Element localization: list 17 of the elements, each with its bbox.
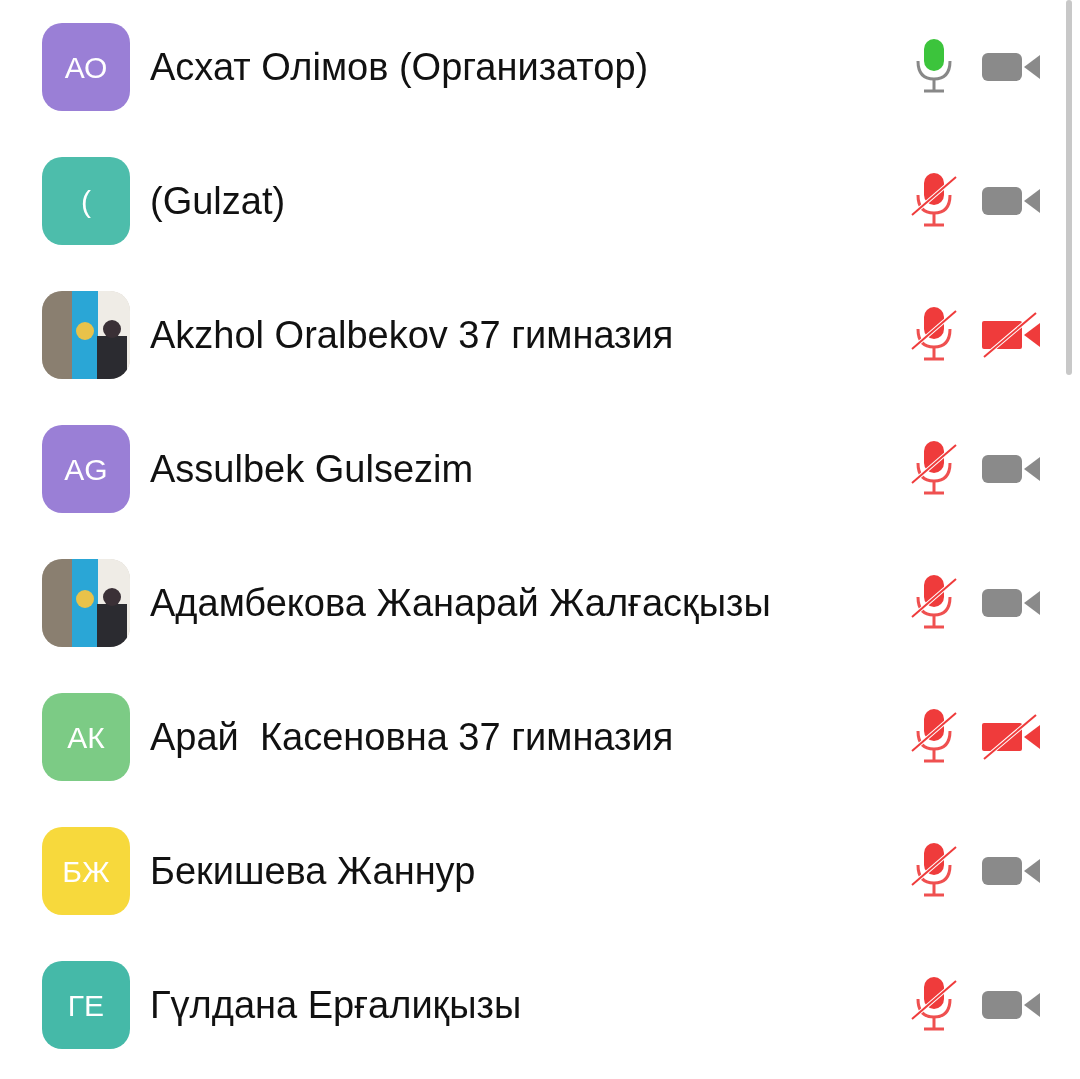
participant-name: Akzhol Oralbekov 37 гимназия bbox=[150, 312, 675, 358]
avatar: БЖ bbox=[42, 827, 130, 915]
avatar: АО bbox=[42, 23, 130, 111]
participant-name: Адамбекова Жанарай Жалғасқызы bbox=[150, 580, 772, 626]
avatar: ( bbox=[42, 157, 130, 245]
participant-name: Арай Касеновна 37 гимназия bbox=[150, 714, 675, 760]
video-off-icon bbox=[982, 311, 1040, 359]
participant-name: Асхат Олімов (Организатор) bbox=[150, 44, 650, 90]
avatar: АК bbox=[42, 693, 130, 781]
participant-name: Гүлдана Ерғалиқызы bbox=[150, 982, 523, 1028]
participant-name: (Gulzat) bbox=[150, 178, 287, 224]
avatar: AG bbox=[42, 425, 130, 513]
scrollbar[interactable] bbox=[1066, 0, 1072, 375]
participant-name: Бекишева Жаннур bbox=[150, 848, 477, 894]
participant-name: Assulbek Gulsezim bbox=[150, 446, 475, 492]
avatar: ГЕ bbox=[42, 961, 130, 1049]
video-off-icon bbox=[982, 713, 1040, 761]
